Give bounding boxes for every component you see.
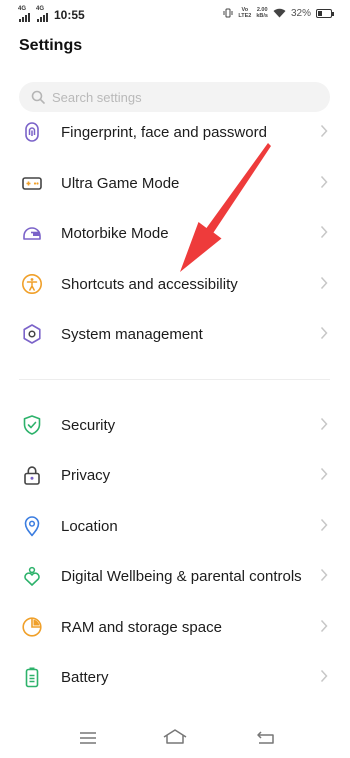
vibrate-icon <box>223 8 233 18</box>
chevron-right-icon <box>320 619 328 633</box>
network-speed: 2.00 kB/s <box>256 7 268 19</box>
settings-item-security[interactable]: Security <box>0 400 350 450</box>
back-button[interactable] <box>252 726 280 750</box>
status-bar: 4G 4G 10:55 Vo LTE2 2.00 kB/s 32% <box>0 0 350 30</box>
chevron-right-icon <box>320 417 328 431</box>
status-right: Vo LTE2 2.00 kB/s 32% <box>223 7 334 19</box>
settings-item-system-management[interactable]: System management <box>0 309 350 359</box>
settings-item-digital-wellbeing[interactable]: Digital Wellbeing & parental controls <box>0 551 350 601</box>
menu-button[interactable] <box>74 726 102 750</box>
chevron-right-icon <box>320 225 328 239</box>
settings-item-fingerprint[interactable]: Fingerprint, face and password <box>0 107 350 157</box>
search-icon <box>31 90 45 104</box>
sim1-network-label: 4G <box>18 5 27 12</box>
hexagon-gear-icon <box>23 324 41 344</box>
speed-unit: kB/s <box>256 13 268 19</box>
gamepad-icon <box>22 177 42 190</box>
settings-item-motorbike-mode[interactable]: Motorbike Mode <box>0 208 350 258</box>
battery-fill <box>318 10 322 16</box>
sim2-network-label: 4G <box>36 5 45 12</box>
status-left: 4G 4G 10:55 <box>18 5 85 23</box>
fingerprint-icon <box>25 122 39 142</box>
battery-percent: 32% <box>290 7 311 19</box>
settings-item-label: Ultra Game Mode <box>61 174 180 192</box>
settings-item-location[interactable]: Location <box>0 501 350 551</box>
chevron-right-icon <box>320 326 328 340</box>
sim2-signal-icon: 4G <box>36 5 48 22</box>
chevron-right-icon <box>320 175 328 189</box>
section-divider <box>19 379 330 380</box>
settings-item-privacy[interactable]: Privacy <box>0 450 350 500</box>
lock-icon <box>24 466 40 485</box>
location-pin-icon <box>24 516 40 537</box>
sim1-signal-icon: 4G <box>18 5 30 22</box>
home-icon <box>163 729 187 744</box>
settings-item-label: Battery <box>61 668 109 686</box>
settings-item-ultra-game-mode[interactable]: Ultra Game Mode <box>0 158 350 208</box>
pie-chart-icon <box>22 617 42 637</box>
shield-check-icon <box>23 415 41 435</box>
accessibility-icon <box>22 274 42 294</box>
wifi-icon <box>273 8 286 18</box>
volte-line2: LTE2 <box>238 13 252 19</box>
chevron-right-icon <box>320 124 328 138</box>
navigation-bar <box>0 718 350 758</box>
chevron-right-icon <box>320 568 328 582</box>
chevron-right-icon <box>320 276 328 290</box>
page-title: Settings <box>19 37 83 54</box>
battery-icon <box>25 667 39 688</box>
home-button[interactable] <box>161 726 189 750</box>
battery-status-icon <box>316 8 334 18</box>
chevron-right-icon <box>320 669 328 683</box>
settings-item-label: Location <box>61 517 118 535</box>
search-input[interactable] <box>52 89 302 105</box>
settings-item-label: Shortcuts and accessibility <box>61 275 238 293</box>
settings-item-ram-storage[interactable]: RAM and storage space <box>0 602 350 652</box>
settings-item-label: System management <box>61 325 203 343</box>
settings-item-label: Digital Wellbeing & parental controls <box>61 567 302 585</box>
settings-item-label: Privacy <box>61 466 111 484</box>
heart-person-icon <box>24 566 40 586</box>
helmet-icon <box>23 227 41 240</box>
settings-item-label: RAM and storage space <box>61 618 222 636</box>
back-icon <box>257 731 274 744</box>
settings-item-battery[interactable]: Battery <box>0 652 350 702</box>
settings-item-shortcuts-accessibility[interactable]: Shortcuts and accessibility <box>0 259 350 309</box>
settings-item-label: Fingerprint, face and password <box>61 123 267 141</box>
volte-indicator: Vo LTE2 <box>238 7 251 19</box>
settings-item-label: Security <box>61 416 116 434</box>
clock: 10:55 <box>54 8 85 22</box>
settings-item-label: Motorbike Mode <box>61 224 169 242</box>
chevron-right-icon <box>320 518 328 532</box>
chevron-right-icon <box>320 467 328 481</box>
menu-icon <box>80 732 96 744</box>
